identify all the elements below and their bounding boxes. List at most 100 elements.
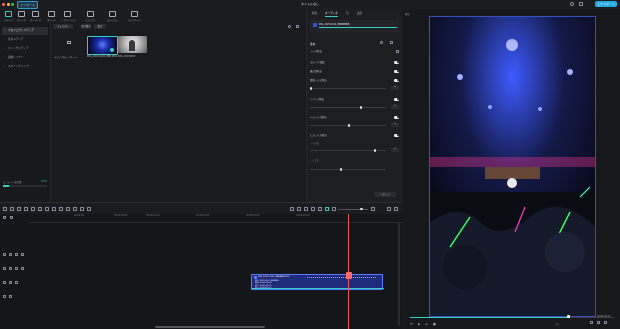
timeline-horizontal-scrollbar[interactable]: [155, 326, 265, 328]
quality-dropdown[interactable]: フル: [555, 322, 560, 326]
mute-icon[interactable]: [21, 267, 24, 270]
slider-knob[interactable]: [310, 87, 313, 90]
marker-icon[interactable]: [297, 207, 301, 211]
render-icon[interactable]: [318, 207, 322, 211]
text-tool-icon[interactable]: [45, 207, 49, 211]
scrubber-knob[interactable]: [567, 315, 570, 318]
tab-stickers[interactable]: ステッカー: [106, 10, 119, 22]
tab-templates[interactable]: テンプレート: [128, 10, 141, 22]
timeline-vertical-scrollbar[interactable]: [398, 222, 400, 326]
crop-icon[interactable]: [38, 207, 42, 211]
more-icon[interactable]: [296, 25, 299, 28]
value-box[interactable]: 50: [391, 86, 399, 90]
volume-icon[interactable]: [597, 321, 600, 324]
lock-icon[interactable]: [9, 253, 12, 256]
eye-icon[interactable]: [15, 281, 18, 284]
tab-titles[interactable]: タイトル: [45, 10, 58, 22]
preview-video[interactable]: [429, 16, 596, 317]
slider-knob[interactable]: [374, 149, 377, 152]
step-back-icon[interactable]: ⏮: [410, 322, 413, 326]
settings-icon[interactable]: [579, 2, 583, 6]
tab-color[interactable]: 色: [346, 11, 349, 15]
undo-icon[interactable]: [10, 207, 14, 211]
voiceover-icon[interactable]: [311, 207, 315, 211]
sidebar-item-stock-media[interactable]: › ストックメディア: [2, 45, 48, 53]
zoom-slider[interactable]: [338, 208, 368, 210]
add-track-icon[interactable]: [3, 216, 6, 219]
sidebar-item-smart-clip[interactable]: › スマートクリップ: [2, 63, 48, 71]
sort-dropdown[interactable]: 並べ替え: [81, 24, 91, 29]
ai-icon[interactable]: [73, 207, 77, 211]
hiss-slider-2[interactable]: [310, 168, 386, 171]
slider-knob[interactable]: [348, 124, 351, 127]
hiss-slider[interactable]: [310, 149, 386, 152]
magnet-icon[interactable]: [325, 207, 329, 211]
mic-icon[interactable]: [304, 207, 308, 211]
value-box[interactable]: 70: [391, 105, 399, 109]
account-icon[interactable]: [570, 2, 574, 6]
value-box[interactable]: 50: [391, 148, 399, 152]
eye-icon[interactable]: [15, 267, 18, 270]
keyframe-icon[interactable]: [80, 207, 84, 211]
hum-slider[interactable]: [310, 124, 386, 127]
audio-icon[interactable]: [66, 207, 70, 211]
tab-stock[interactable]: ストック: [15, 10, 28, 22]
reset-button[interactable]: リセット: [374, 192, 396, 197]
wind-removal-toggle[interactable]: [394, 70, 399, 73]
play-icon[interactable]: ▶: [418, 322, 420, 326]
media-thumbnail[interactable]: [87, 36, 118, 55]
more-options-icon[interactable]: [394, 207, 398, 211]
lock-icon[interactable]: [9, 267, 12, 270]
redo-icon[interactable]: [17, 207, 21, 211]
folder-dropdown[interactable]: フォルダー: [53, 24, 73, 29]
import-button[interactable]: インポート: [17, 1, 38, 9]
hum-removal-toggle[interactable]: [394, 116, 399, 119]
lock-icon[interactable]: [9, 295, 12, 298]
ambient-noise-slider[interactable]: [310, 87, 386, 90]
time-ruler[interactable]: 00:00:00 00:00:05:00 00:00:10:00 00:00:1…: [30, 214, 402, 223]
zoom-in-icon[interactable]: [371, 207, 375, 211]
playhead-handle[interactable]: [345, 272, 352, 279]
mute-icon[interactable]: [21, 253, 24, 256]
link-icon[interactable]: [10, 216, 13, 219]
lock-icon[interactable]: [9, 281, 12, 284]
fullscreen-icon[interactable]: [604, 321, 607, 324]
step-forward-icon[interactable]: ⏭: [425, 322, 428, 326]
speed-icon[interactable]: [52, 207, 56, 211]
snap-icon[interactable]: [290, 207, 294, 211]
zoom-knob[interactable]: [360, 207, 363, 210]
eye-icon[interactable]: [15, 253, 18, 256]
value-box[interactable]: 50: [391, 123, 399, 127]
layout-icon[interactable]: [3, 207, 7, 211]
timeline-clip[interactable]: IMG_2023-0102_BBBBBB.MOV IMG_2023-0102_B…: [251, 274, 384, 290]
sidebar-item-shared-media[interactable]: › 共有メディア: [2, 36, 48, 44]
checkbox[interactable]: [396, 50, 399, 53]
grid-icon[interactable]: [387, 207, 391, 211]
maximize-window-icon[interactable]: [11, 3, 14, 6]
ambient-noise-toggle[interactable]: [394, 79, 399, 82]
slider-knob[interactable]: [360, 106, 363, 109]
speech-enhance-toggle[interactable]: [394, 61, 399, 64]
filter-icon[interactable]: [288, 25, 291, 28]
preview-scrubber[interactable]: [410, 317, 615, 318]
save-preset-icon[interactable]: [390, 41, 393, 44]
snapshot-icon[interactable]: [590, 321, 593, 324]
split-icon[interactable]: [31, 207, 35, 211]
export-button[interactable]: エクスポート: [595, 1, 617, 7]
close-window-icon[interactable]: [2, 3, 5, 6]
minimize-window-icon[interactable]: [6, 3, 10, 6]
color-icon[interactable]: [59, 207, 63, 211]
mask-icon[interactable]: [87, 207, 91, 211]
sidebar-item-project-media[interactable]: ▾ プロジェクトメディア: [2, 27, 48, 35]
reverb-slider[interactable]: [310, 106, 386, 109]
delete-icon[interactable]: [24, 207, 28, 211]
media-thumbnail[interactable]: [118, 36, 147, 53]
hiss-removal-toggle[interactable]: [394, 134, 399, 137]
tab-speed[interactable]: 速度: [357, 11, 362, 15]
tab-audio[interactable]: オーディオ: [29, 10, 42, 22]
tab-effects[interactable]: エフェクト: [84, 10, 97, 22]
stop-icon[interactable]: ■: [433, 322, 436, 326]
slider-knob[interactable]: [340, 168, 343, 171]
zoom-out-icon[interactable]: [332, 207, 336, 211]
reverb-removal-toggle[interactable]: [394, 98, 399, 101]
